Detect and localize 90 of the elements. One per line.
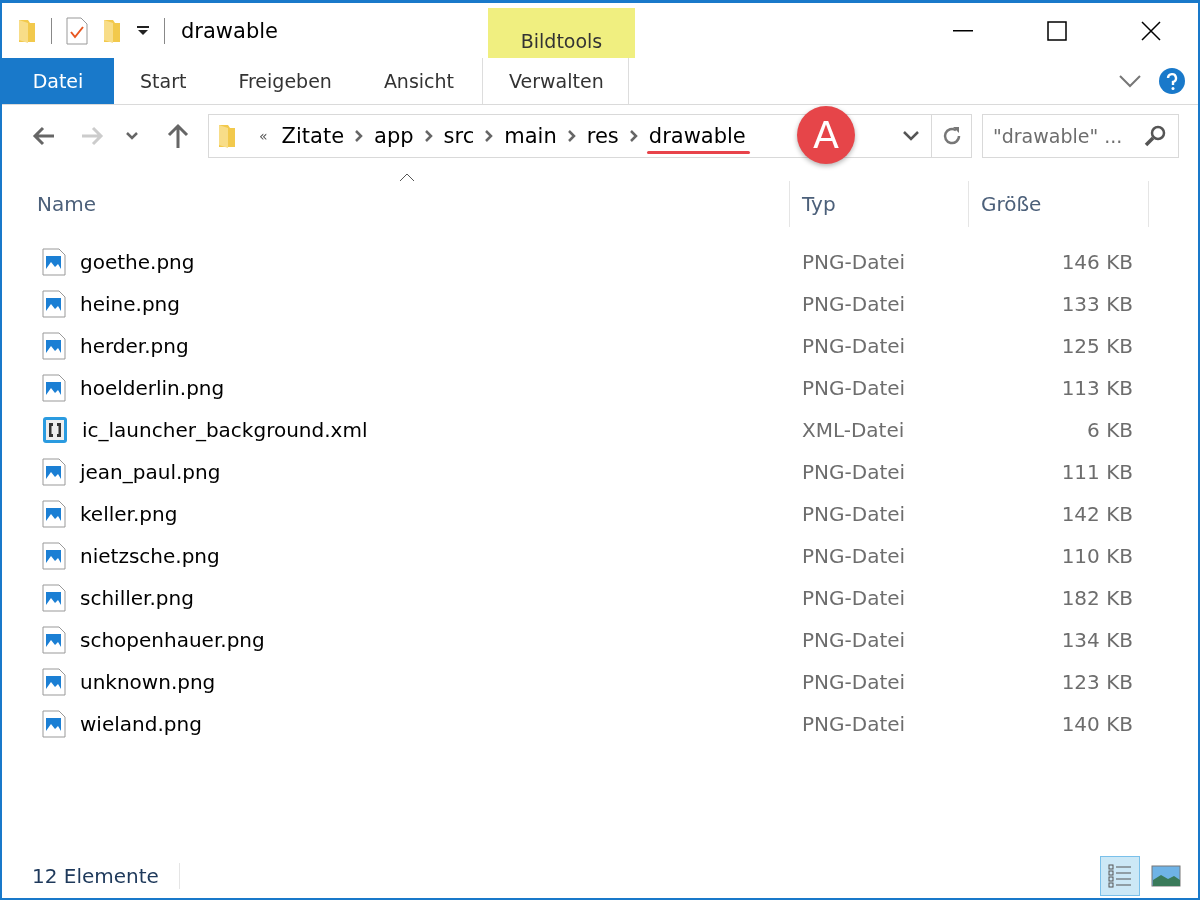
- file-size: 182 KB: [1061, 586, 1133, 610]
- file-size: 123 KB: [1061, 670, 1133, 694]
- image-file-icon: [42, 290, 66, 318]
- image-file-icon: [42, 500, 66, 528]
- file-name[interactable]: unknown.png: [80, 670, 216, 694]
- file-name[interactable]: wieland.png: [80, 712, 202, 736]
- file-name[interactable]: goethe.png: [80, 250, 195, 274]
- up-arrow-icon[interactable]: [167, 123, 189, 149]
- breadcrumb[interactable]: Zitate: [281, 124, 345, 148]
- annotation-marker: A: [797, 106, 855, 164]
- image-file-icon: [42, 248, 66, 276]
- folder-icon: [17, 17, 37, 44]
- file-size: 110 KB: [1061, 544, 1133, 568]
- chevron-right-icon[interactable]: [354, 129, 365, 143]
- file-type: PNG-Datei: [802, 670, 906, 694]
- chevron-right-icon[interactable]: [628, 129, 639, 143]
- expand-ribbon-chevron-icon[interactable]: [1118, 74, 1142, 88]
- landscape-thumbnail-icon[interactable]: [1151, 864, 1181, 888]
- back-arrow-icon[interactable]: [32, 126, 56, 146]
- file-name[interactable]: herder.png: [80, 334, 189, 358]
- file-type: PNG-Datei: [802, 586, 906, 610]
- image-file-icon: [42, 542, 66, 570]
- close-icon[interactable]: [1141, 20, 1161, 41]
- file-size: 133 KB: [1061, 292, 1133, 316]
- breadcrumb[interactable]: main: [504, 124, 557, 148]
- folder-icon: [217, 123, 237, 149]
- file-type: PNG-Datei: [802, 502, 906, 526]
- new-folder-icon: [102, 17, 122, 44]
- minimize-icon[interactable]: [953, 29, 973, 32]
- file-type: XML-Datei: [802, 418, 905, 442]
- chevron-down-icon[interactable]: [902, 130, 920, 142]
- column-header[interactable]: Name: [2, 181, 790, 227]
- breadcrumb[interactable]: res: [586, 124, 619, 148]
- file-name[interactable]: schopenhauer.png: [80, 628, 265, 652]
- dropdown-caret-icon[interactable]: [136, 25, 150, 36]
- image-file-icon: [42, 332, 66, 360]
- properties-checkmark-icon[interactable]: [66, 16, 88, 45]
- overflow-chevron[interactable]: «: [259, 128, 268, 144]
- breadcrumb[interactable]: drawable: [648, 124, 746, 148]
- ribbon-tab[interactable]: Start: [114, 58, 213, 104]
- file-type: PNG-Datei: [802, 292, 906, 316]
- file-size: 113 KB: [1061, 376, 1133, 400]
- file-tab[interactable]: Datei: [2, 58, 114, 104]
- file-name[interactable]: ic_launcher_background.xml: [82, 418, 368, 442]
- file-size: 134 KB: [1061, 628, 1133, 652]
- file-type: PNG-Datei: [802, 376, 906, 400]
- chevron-down-icon[interactable]: [125, 131, 139, 141]
- contextual-tab-group: Bildtools: [488, 8, 635, 58]
- ribbon-tab[interactable]: Freigeben: [212, 58, 358, 104]
- breadcrumb[interactable]: src: [443, 124, 475, 148]
- window-title: drawable: [181, 18, 278, 43]
- image-file-icon: [42, 626, 66, 654]
- chevron-right-icon[interactable]: [484, 129, 495, 143]
- file-type: PNG-Datei: [802, 712, 906, 736]
- image-file-icon: [42, 668, 66, 696]
- file-name[interactable]: jean_paul.png: [80, 460, 221, 484]
- file-size: 142 KB: [1061, 502, 1133, 526]
- ribbon-tab[interactable]: Ansicht: [357, 58, 481, 104]
- search-field[interactable]: "drawable" ...: [982, 114, 1179, 158]
- file-type: PNG-Datei: [802, 250, 906, 274]
- chevron-right-icon[interactable]: [423, 129, 434, 143]
- image-file-icon: [42, 374, 66, 402]
- help-icon[interactable]: [1158, 67, 1186, 95]
- search-icon[interactable]: [1143, 124, 1167, 148]
- file-name[interactable]: heine.png: [80, 292, 180, 316]
- image-file-icon: [42, 458, 66, 486]
- chevron-right-icon[interactable]: [566, 129, 577, 143]
- file-name[interactable]: hoelderlin.png: [80, 376, 225, 400]
- bracket-file-icon: [42, 416, 68, 444]
- maximize-icon[interactable]: [1047, 20, 1067, 41]
- file-type: PNG-Datei: [802, 460, 906, 484]
- file-size: 140 KB: [1061, 712, 1133, 736]
- image-file-icon: [42, 584, 66, 612]
- sort-ascending-caret-icon: [399, 173, 415, 182]
- file-type: PNG-Datei: [802, 334, 906, 358]
- file-name[interactable]: schiller.png: [80, 586, 194, 610]
- ribbon-tab[interactable]: Verwalten: [482, 58, 630, 104]
- file-size: 146 KB: [1061, 250, 1133, 274]
- breadcrumb[interactable]: app: [374, 124, 414, 148]
- file-name[interactable]: keller.png: [80, 502, 178, 526]
- file-type: PNG-Datei: [802, 628, 906, 652]
- column-header[interactable]: Typ: [790, 181, 969, 227]
- file-size: 6 KB: [1087, 418, 1133, 442]
- file-size: 111 KB: [1061, 460, 1133, 484]
- file-type: PNG-Datei: [802, 544, 906, 568]
- column-header[interactable]: Größe: [969, 181, 1149, 227]
- file-size: 125 KB: [1061, 334, 1133, 358]
- file-name[interactable]: nietzsche.png: [80, 544, 220, 568]
- item-count: 12 Elemente: [32, 864, 159, 888]
- image-file-icon: [42, 710, 66, 738]
